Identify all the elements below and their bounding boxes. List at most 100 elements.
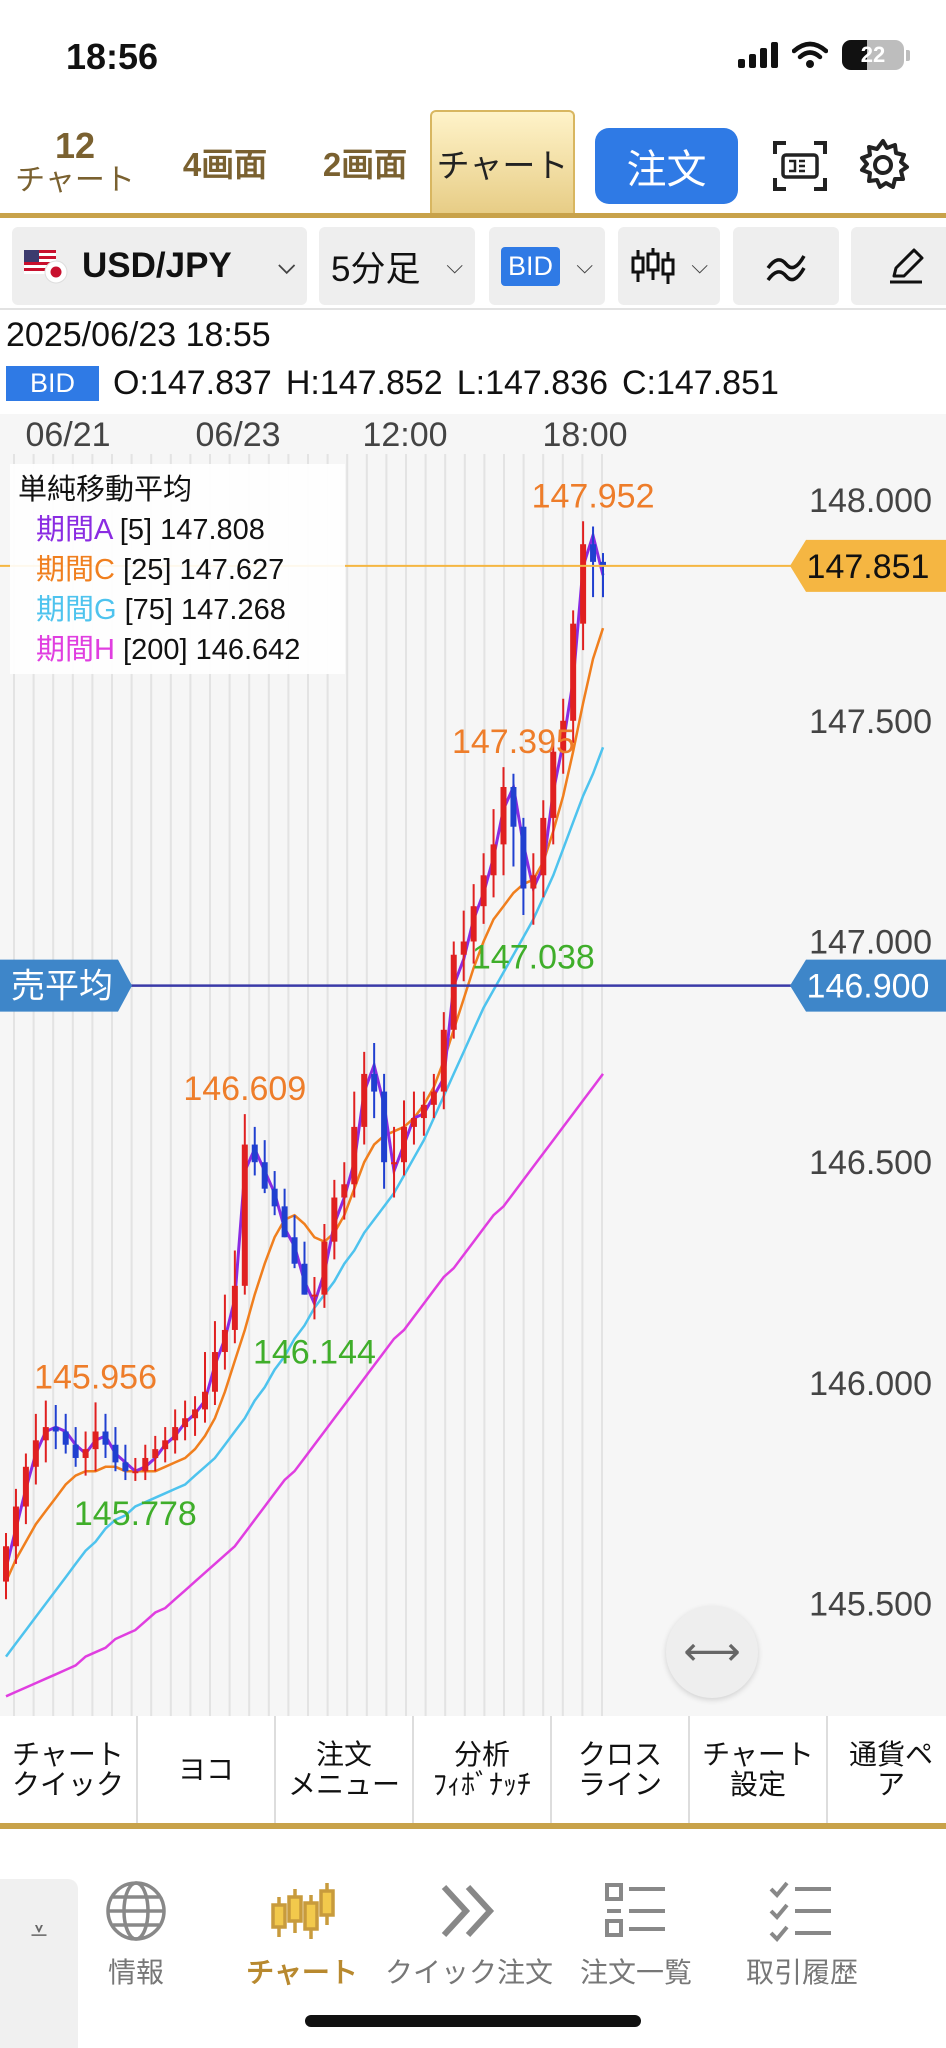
chart-toolbar: USD/JPY ⌵ 5分足 ⌵ BID ⌵ ⌵ bbox=[0, 223, 946, 310]
indicator-button[interactable] bbox=[733, 227, 839, 305]
order-button[interactable]: 注文 bbox=[595, 128, 738, 204]
legend-title: 単純移動平均 bbox=[18, 474, 193, 506]
candle-body bbox=[480, 875, 487, 907]
horizontal-scroll-button[interactable]: ⟷ bbox=[666, 1606, 758, 1698]
candle-body bbox=[430, 1091, 437, 1105]
nav-chart[interactable]: チャート bbox=[218, 1879, 386, 1999]
candle-body bbox=[440, 1029, 447, 1092]
candle-body bbox=[152, 1449, 159, 1458]
low-annotation: 147.038 bbox=[472, 939, 595, 977]
quick-menu-crossline[interactable]: クロス ライン bbox=[552, 1716, 690, 1823]
candle-body bbox=[450, 954, 457, 1030]
candle-body bbox=[520, 826, 527, 889]
candle-body bbox=[62, 1431, 69, 1445]
nav-quick-order[interactable]: クイック注文 bbox=[385, 1879, 553, 1999]
legend-period-name: 期間G bbox=[36, 594, 117, 626]
status-bar: 18:56 22 bbox=[0, 0, 946, 110]
chevron-down-icon: ⌵ bbox=[278, 253, 295, 278]
candle-body bbox=[3, 1546, 9, 1582]
price-side-label: BID bbox=[501, 246, 561, 286]
legend-period-value: [75] 147.268 bbox=[116, 594, 286, 626]
legend-period-name: 期間C bbox=[36, 554, 115, 586]
high-value: H:147.852 bbox=[285, 364, 443, 402]
bid-tag: BID bbox=[6, 366, 100, 401]
candle-body bbox=[530, 875, 537, 889]
nav-trade-history[interactable]: 取引履歴 bbox=[718, 1879, 886, 1999]
quick-menu-horizontal[interactable]: ヨコ bbox=[138, 1716, 276, 1823]
tab-12-label: チャート bbox=[15, 163, 135, 197]
battery-level: 22 bbox=[860, 42, 886, 67]
candle-body bbox=[241, 1144, 248, 1286]
home-indicator bbox=[305, 2015, 641, 2027]
x-tick-label: 12:00 bbox=[362, 416, 447, 454]
candle-body bbox=[112, 1444, 119, 1463]
x-tick-label: 06/23 bbox=[195, 416, 280, 454]
candle-body bbox=[540, 817, 547, 876]
nav-quick-order-label: クイック注文 bbox=[385, 1957, 554, 1988]
candle-body bbox=[351, 1126, 358, 1185]
timeframe-label: 5分足 bbox=[331, 249, 421, 289]
nav-order-list[interactable]: 注文一覧 bbox=[552, 1879, 720, 1999]
high-annotation: 147.952 bbox=[532, 477, 655, 515]
quick-menu-chart-settings[interactable]: チャート 設定 bbox=[690, 1716, 828, 1823]
candle-body bbox=[580, 544, 587, 624]
candle-body bbox=[162, 1440, 169, 1450]
current-price-label: 147.851 bbox=[807, 548, 930, 586]
screen-capture-icon[interactable] bbox=[772, 140, 828, 192]
nav-info-label: 情報 bbox=[107, 1957, 164, 1988]
low-value: L:147.836 bbox=[456, 364, 608, 402]
gear-icon[interactable] bbox=[855, 137, 911, 193]
top-nav: 12 チャート 4画面 2画面 チャート 注文 bbox=[0, 110, 946, 218]
tab-4-screen[interactable]: 4画面 bbox=[160, 110, 290, 213]
tab-2-screen[interactable]: 2画面 bbox=[300, 110, 430, 213]
legend-row: 期間G [75] 147.268 bbox=[18, 590, 337, 630]
candle-body bbox=[261, 1162, 268, 1189]
candle-body bbox=[401, 1126, 407, 1163]
candlestick-icon bbox=[271, 1883, 335, 1939]
avg-sell-tag-label: 売平均 bbox=[11, 968, 113, 1006]
price-chart[interactable]: 06/21 06/23 12:00 18:00 148.000 147.500 147.00… bbox=[0, 414, 946, 1716]
price-side-select[interactable]: BID ⌵ bbox=[489, 227, 605, 305]
x-tick-label: 18:00 bbox=[542, 416, 627, 454]
candle-body bbox=[231, 1285, 238, 1330]
candle-body bbox=[192, 1409, 199, 1419]
pencil-icon bbox=[890, 248, 924, 284]
legend-period-value: [200] 146.642 bbox=[114, 634, 301, 666]
timeframe-select[interactable]: 5分足 ⌵ bbox=[319, 227, 475, 305]
candle-body bbox=[12, 1506, 19, 1547]
candle-body bbox=[251, 1144, 258, 1163]
wifi-icon bbox=[792, 41, 828, 68]
quick-menu-currency-pair-label: 通貨ペア bbox=[848, 1739, 933, 1800]
drawing-tool-button[interactable] bbox=[851, 227, 946, 305]
y-tick-label: 145.500 bbox=[809, 1586, 932, 1624]
candle-body bbox=[391, 1162, 398, 1165]
avg-sell-price-label: 146.900 bbox=[807, 968, 930, 1006]
candle-body bbox=[142, 1457, 149, 1472]
nav-info[interactable]: 情報 bbox=[52, 1879, 220, 1999]
bottom-nav: ⩡ 情報 チャート クイック注文 注文一覧 取引履歴 bbox=[0, 1835, 946, 2048]
quick-menu-currency-pair[interactable]: 通貨ペア bbox=[828, 1716, 946, 1823]
quick-menu-chart-quick[interactable]: チャート クイック bbox=[0, 1716, 138, 1823]
candle-body bbox=[371, 1073, 378, 1092]
y-tick-label: 146.000 bbox=[809, 1365, 932, 1403]
candle-datetime: 2025/06/23 18:55 bbox=[6, 316, 271, 354]
candle-body bbox=[590, 544, 597, 562]
list-icon bbox=[605, 1883, 665, 1937]
candle-body bbox=[291, 1237, 298, 1264]
tab-12-chart[interactable]: 12 チャート bbox=[0, 110, 150, 213]
quick-menu-analysis-fibonacci[interactable]: 分析 ﾌｨﾎﾞﾅｯﾁ bbox=[414, 1716, 552, 1823]
y-tick-label: 147.500 bbox=[809, 703, 932, 741]
legend-row: 期間H [200] 146.642 bbox=[18, 630, 337, 670]
quick-menu-order-menu[interactable]: 注文 メニュー bbox=[276, 1716, 414, 1823]
chevron-down-icon: ⌵ bbox=[446, 253, 463, 278]
currency-pair-select[interactable]: USD/JPY ⌵ bbox=[12, 227, 307, 305]
ohlc-info: 2025/06/23 18:55 BID O:147.837 H:147.852… bbox=[0, 312, 946, 414]
tab-chart[interactable]: チャート bbox=[430, 110, 575, 213]
y-tick-label: 148.000 bbox=[809, 482, 932, 520]
low-annotation: 145.778 bbox=[74, 1495, 197, 1533]
chart-type-select[interactable]: ⌵ bbox=[618, 227, 720, 305]
currency-pair-label: USD/JPY bbox=[82, 246, 232, 285]
chevron-down-icon: ⌵ bbox=[691, 253, 708, 278]
open-value: O:147.837 bbox=[113, 364, 272, 402]
battery-icon: 22 bbox=[842, 40, 904, 70]
